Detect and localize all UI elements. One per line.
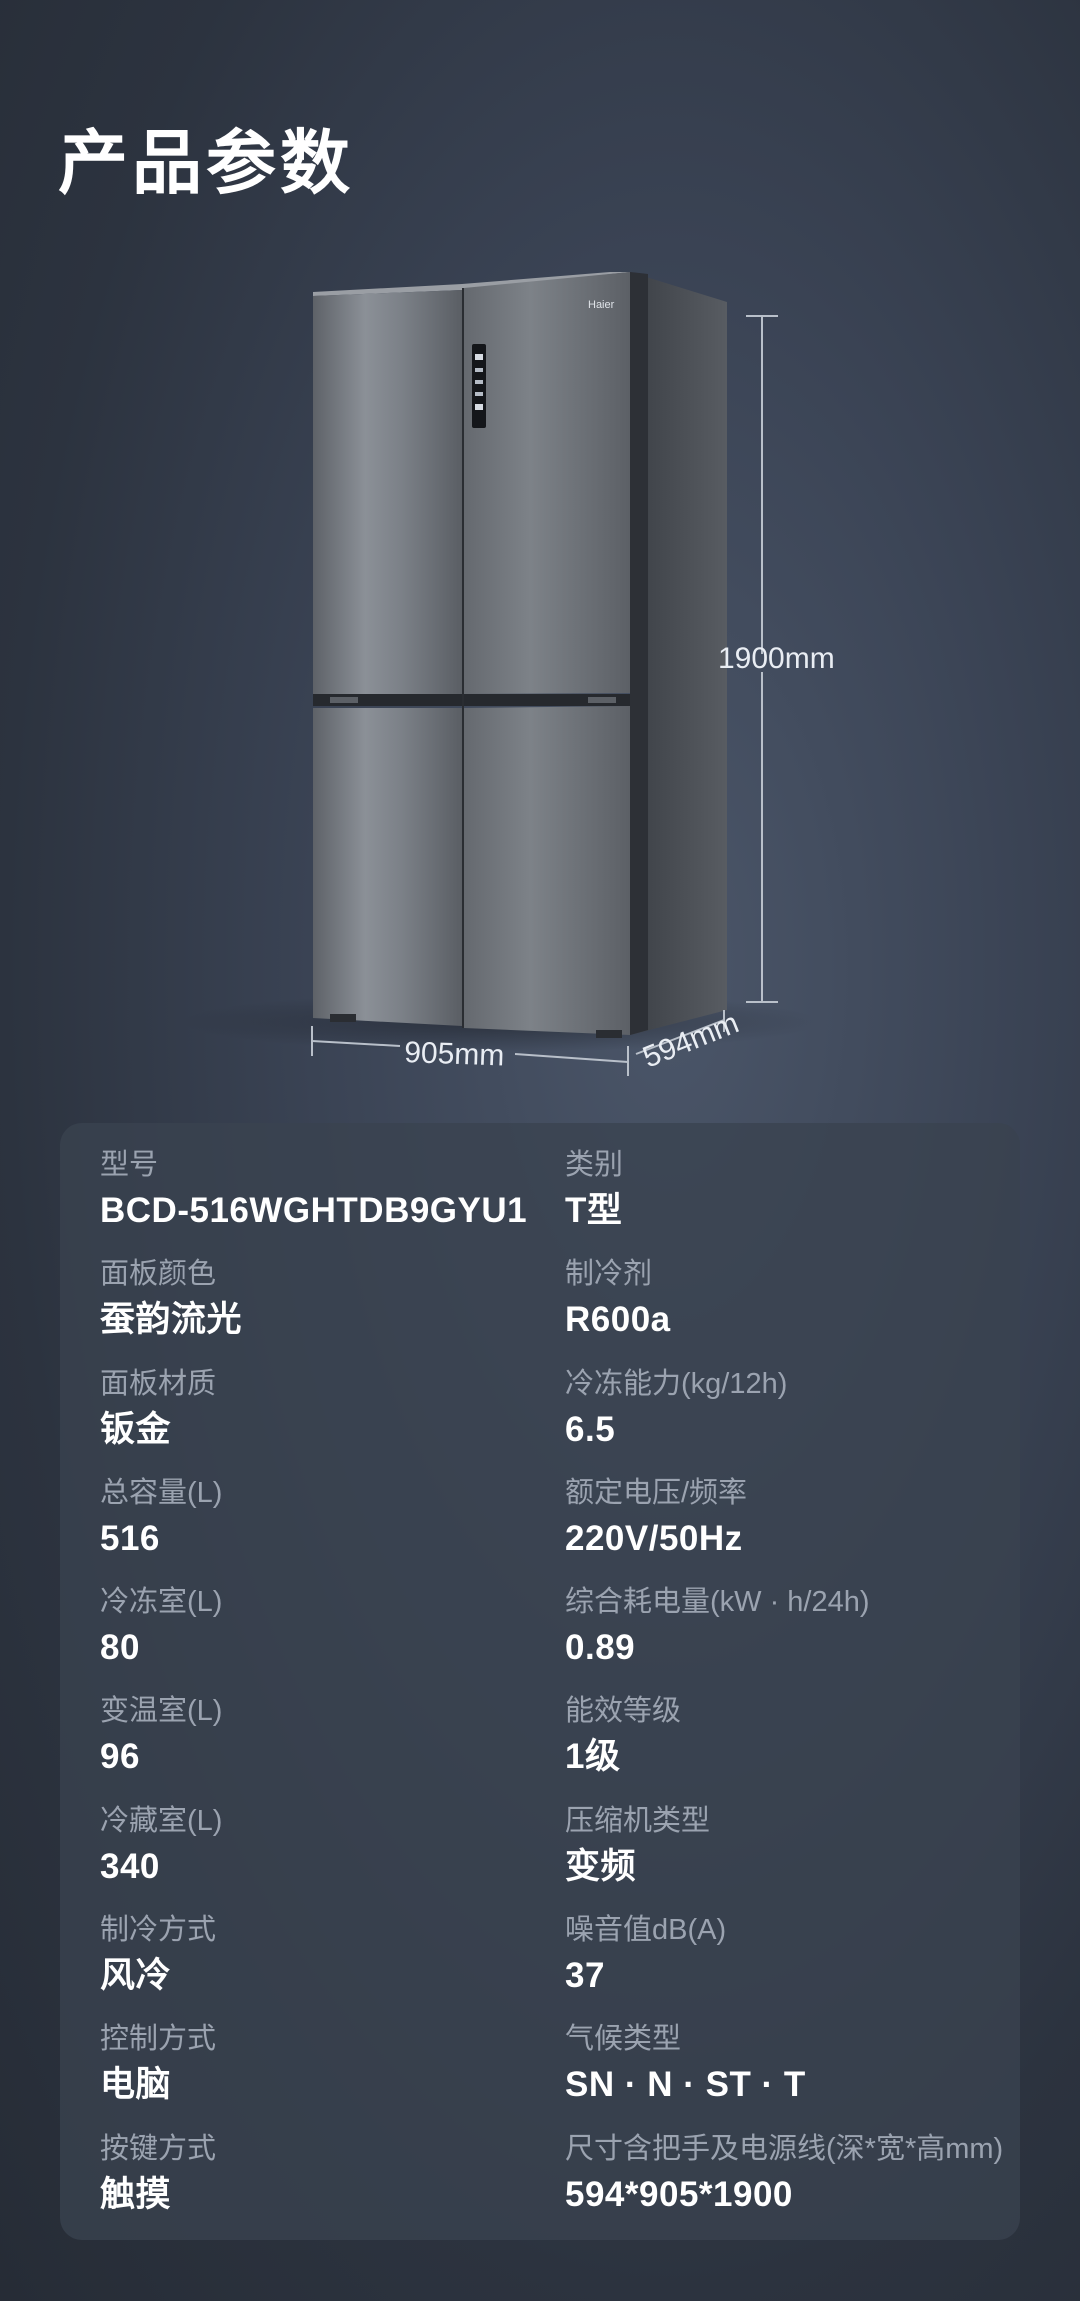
spec-label: 制冷剂 xyxy=(565,1258,653,1291)
page-title: 产品参数 xyxy=(58,124,354,202)
width-dimension-label: 905mm xyxy=(404,1036,505,1072)
spec-label: 额定电压/频率 xyxy=(565,1476,748,1509)
spec-item: 额定电压/频率 220V/50Hz xyxy=(565,1477,1020,1586)
drawer-handle-left xyxy=(330,697,358,703)
spec-label: 控制方式 xyxy=(100,2023,217,2056)
lower-left-door xyxy=(313,708,462,1026)
spec-value: 电脑 xyxy=(100,2065,172,2105)
drawer-handle-right xyxy=(588,697,616,703)
spec-value: 6.5 xyxy=(565,1409,616,1449)
spec-label: 噪音值dB(A) xyxy=(565,1914,727,1947)
spec-item: 能效等级 1级 xyxy=(565,1695,1020,1804)
spec-label: 能效等级 xyxy=(565,1695,682,1728)
spec-label: 面板材质 xyxy=(100,1367,217,1400)
spec-item: 尺寸含把手及电源线(深*宽*高mm) 594*905*1900 xyxy=(565,2133,1020,2242)
spec-value: 80 xyxy=(100,1628,140,1668)
spec-item: 制冷方式 风冷 xyxy=(100,1914,565,2023)
spec-item: 面板材质 钣金 xyxy=(100,1368,565,1477)
spec-value: 220V/50Hz xyxy=(565,1518,743,1558)
spec-item: 气候类型 SN · N · ST · T xyxy=(565,2023,1020,2132)
upper-right-door xyxy=(464,272,630,694)
spec-value: 0.89 xyxy=(565,1628,636,1668)
spec-value: T型 xyxy=(565,1191,623,1230)
spec-label: 压缩机类型 xyxy=(565,1804,711,1837)
product-image: Haier 1900mm 905mm 594mm xyxy=(0,250,1080,1100)
spec-label: 综合耗电量(kW · h/24h) xyxy=(565,1586,870,1619)
spec-label: 冷冻室(L) xyxy=(100,1586,223,1619)
spec-label: 冷藏室(L) xyxy=(100,1804,223,1837)
spec-label: 总容量(L) xyxy=(100,1476,223,1509)
spec-label: 气候类型 xyxy=(565,2023,682,2056)
specs-grid: 型号 BCD-516WGHTDB9GYU1 类别 T型 面板颜色 蚕韵流光 制冷剂 R600a… xyxy=(100,1149,1020,2242)
spec-item: 冷冻室(L) 80 xyxy=(100,1586,565,1695)
spec-label: 变温室(L) xyxy=(100,1695,223,1728)
spec-value: 风冷 xyxy=(100,1956,172,1996)
spec-item: 总容量(L) 516 xyxy=(100,1477,565,1586)
spec-item: 按键方式 触摸 xyxy=(100,2133,565,2242)
spec-item: 压缩机类型 变频 xyxy=(565,1805,1020,1914)
spec-label: 尺寸含把手及电源线(深*宽*高mm) xyxy=(565,2132,1004,2165)
spec-item: 控制方式 电脑 xyxy=(100,2023,565,2132)
spec-item: 冷冻能力(kg/12h) 6.5 xyxy=(565,1368,1020,1477)
spec-value: 1级 xyxy=(565,1737,621,1777)
height-dimension-label: 1900mm xyxy=(718,642,835,675)
spec-item: 冷藏室(L) 340 xyxy=(100,1805,565,1914)
spec-value: 触摸 xyxy=(100,2174,172,2214)
spec-label: 按键方式 xyxy=(100,2132,217,2165)
spec-item: 综合耗电量(kW · h/24h) 0.89 xyxy=(565,1586,1020,1695)
spec-item: 面板颜色 蚕韵流光 xyxy=(100,1258,565,1367)
lower-right-door xyxy=(464,706,630,1035)
spec-label: 面板颜色 xyxy=(100,1258,217,1291)
spec-value: 340 xyxy=(100,1846,160,1886)
spec-item: 变温室(L) 96 xyxy=(100,1695,565,1804)
spec-value: 96 xyxy=(100,1737,140,1777)
spec-label: 冷冻能力(kg/12h) xyxy=(565,1367,788,1400)
spec-label: 型号 xyxy=(100,1149,159,1181)
specs-panel: 型号 BCD-516WGHTDB9GYU1 类别 T型 面板颜色 蚕韵流光 制冷剂 R600a… xyxy=(60,1123,1020,2240)
spec-item: 类别 T型 xyxy=(565,1149,1020,1258)
spec-label: 类别 xyxy=(565,1149,624,1181)
spec-value: 594*905*1900 xyxy=(565,2174,793,2214)
spec-value: 37 xyxy=(565,1956,605,1996)
spec-label: 制冷方式 xyxy=(100,1914,217,1947)
brand-logo: Haier xyxy=(588,299,615,311)
spec-value: 516 xyxy=(100,1518,160,1558)
spec-item: 制冷剂 R600a xyxy=(565,1258,1020,1367)
upper-left-door xyxy=(313,290,462,694)
spec-value: SN · N · ST · T xyxy=(565,2065,806,2105)
spec-value: 蚕韵流光 xyxy=(100,1300,243,1340)
spec-item: 噪音值dB(A) 37 xyxy=(565,1914,1020,2023)
spec-item: 型号 BCD-516WGHTDB9GYU1 xyxy=(100,1149,565,1258)
spec-value: 变频 xyxy=(565,1846,637,1886)
spec-value: BCD-516WGHTDB9GYU1 xyxy=(100,1191,528,1230)
spec-value: R600a xyxy=(565,1300,671,1340)
spec-value: 钣金 xyxy=(100,1409,172,1449)
